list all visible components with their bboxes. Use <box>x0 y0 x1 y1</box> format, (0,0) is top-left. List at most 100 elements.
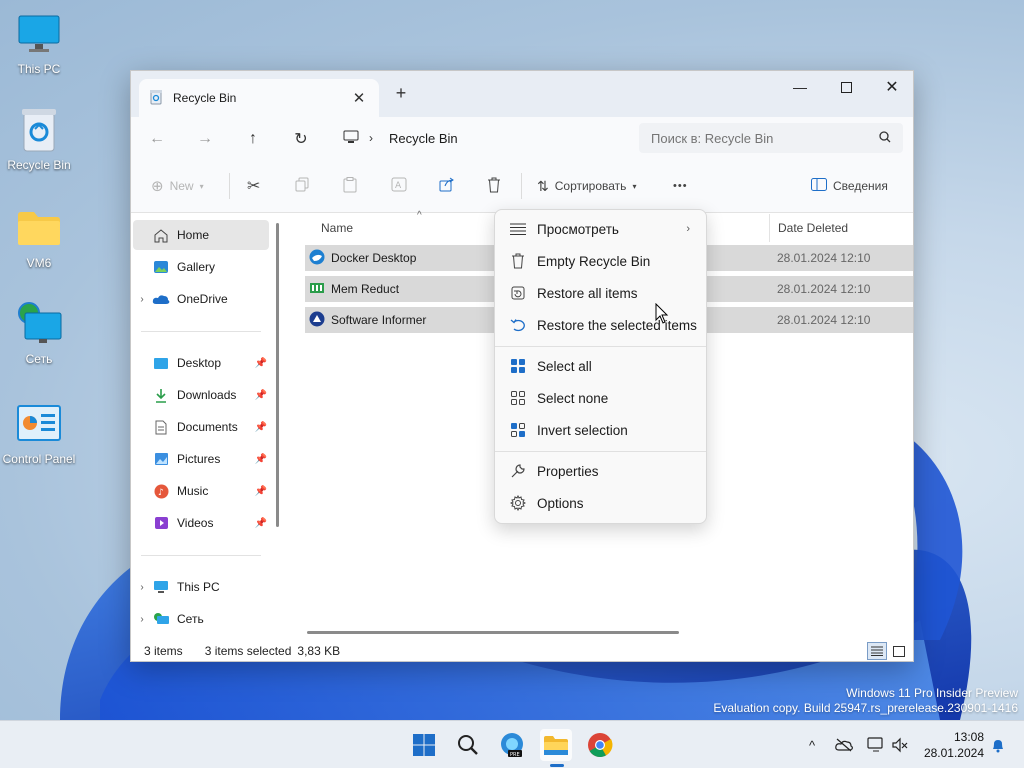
search-button[interactable] <box>452 729 484 761</box>
selected-size: 3,83 KB <box>297 644 341 658</box>
sidebar-item-desktop[interactable]: Desktop 📌 <box>133 348 269 378</box>
edge-browser-button[interactable]: PRE <box>496 729 528 761</box>
file-explorer-button[interactable] <box>540 729 572 761</box>
onedrive-tray-icon[interactable] <box>834 735 854 755</box>
sidebar-item-label: Downloads <box>177 388 237 402</box>
pin-icon[interactable]: 📌 <box>255 422 267 433</box>
selected-count: 3 items selected <box>204 644 292 658</box>
gallery-icon <box>151 259 171 275</box>
share-button[interactable] <box>439 173 455 199</box>
desktop-icon-this-pc[interactable]: This PC <box>0 10 78 76</box>
monitor-icon <box>15 10 63 58</box>
menu-item-restore-selected-items[interactable]: Restore the selected items <box>499 310 704 340</box>
taskbar-clock[interactable]: 13:08 28.01.2024 <box>920 729 984 761</box>
menu-separator <box>495 346 706 347</box>
network-icon <box>151 611 171 627</box>
menu-item-restore-all-items[interactable]: Restore all items <box>499 278 704 308</box>
horizontal-scrollbar[interactable] <box>307 631 679 634</box>
sidebar-item-videos[interactable]: Videos 📌 <box>133 508 269 538</box>
notifications-icon[interactable] <box>988 735 1008 755</box>
forward-button[interactable]: → <box>193 127 217 151</box>
sidebar-item-pictures[interactable]: Pictures 📌 <box>133 444 269 474</box>
desktop-icon-label: Сеть <box>25 352 53 366</box>
rename-button[interactable]: A <box>391 173 407 199</box>
breadcrumb[interactable]: › Recycle Bin <box>335 123 631 153</box>
pin-icon[interactable]: 📌 <box>255 518 267 529</box>
network-tray-icon[interactable] <box>866 735 886 755</box>
chrome-browser-button[interactable] <box>584 729 616 761</box>
column-header-date-deleted[interactable]: Date Deleted <box>769 214 913 242</box>
date-deleted: 28.01.2024 12:10 <box>777 251 871 265</box>
search-box[interactable] <box>639 123 903 153</box>
start-button[interactable] <box>408 729 440 761</box>
sidebar-item-downloads[interactable]: Downloads 📌 <box>133 380 269 410</box>
pin-icon[interactable]: 📌 <box>255 390 267 401</box>
sidebar-item-home[interactable]: Home <box>133 220 269 250</box>
details-pane-button[interactable]: Сведения <box>811 173 888 199</box>
new-tab-button[interactable]: + <box>389 83 413 104</box>
desktop-icon-recycle-bin[interactable]: Recycle Bin <box>0 106 78 172</box>
chevron-down-icon: ▾ <box>632 181 637 191</box>
desktop-icon-label: This PC <box>17 62 61 76</box>
close-tab-icon[interactable]: ✕ <box>349 89 369 107</box>
menu-item-view[interactable]: Просмотреть › <box>499 214 704 244</box>
menu-item-label: Select all <box>537 358 592 374</box>
sidebar-scrollbar[interactable] <box>276 223 279 527</box>
column-header-name[interactable]: Name <box>321 214 353 242</box>
tiles-view-button[interactable] <box>891 643 907 659</box>
desktop-icon-control-panel[interactable]: Control Panel <box>0 400 78 466</box>
sidebar-item-music[interactable]: ♪ Music 📌 <box>133 476 269 506</box>
sidebar-item-onedrive[interactable]: › OneDrive <box>133 284 269 314</box>
sidebar-item-label: Desktop <box>177 356 222 370</box>
invert-selection-icon <box>503 422 533 438</box>
minimize-button[interactable]: — <box>777 71 823 103</box>
folder-icon <box>15 204 63 252</box>
pin-icon[interactable]: 📌 <box>255 358 267 369</box>
tab-recycle-bin[interactable]: Recycle Bin ✕ <box>139 79 379 117</box>
show-hidden-icons-button[interactable]: ^ <box>802 735 822 755</box>
paste-button[interactable] <box>343 173 357 199</box>
sidebar-item-label: Videos <box>177 516 214 530</box>
more-icon: ••• <box>673 180 688 192</box>
desktop-icon-vm6[interactable]: VM6 <box>0 204 78 270</box>
back-button[interactable]: ← <box>145 127 169 151</box>
chevron-down-icon: ▾ <box>199 181 204 191</box>
menu-item-empty-recycle-bin[interactable]: Empty Recycle Bin <box>499 246 704 276</box>
delete-button[interactable] <box>487 173 501 199</box>
menu-item-select-none[interactable]: Select none <box>499 383 704 413</box>
sort-ascending-icon: ^ <box>417 210 422 221</box>
desktop-icon-label: Recycle Bin <box>7 158 71 172</box>
sidebar-divider <box>141 555 261 556</box>
close-window-button[interactable]: ✕ <box>869 71 913 103</box>
search-input[interactable] <box>651 130 879 146</box>
copy-button[interactable] <box>295 173 310 199</box>
desktop-icon-label: VM6 <box>26 256 52 270</box>
details-view-button[interactable] <box>867 642 887 660</box>
refresh-button[interactable]: ↻ <box>289 127 313 151</box>
menu-item-properties[interactable]: Properties <box>499 456 704 486</box>
pin-icon[interactable]: 📌 <box>255 454 267 465</box>
sidebar-item-documents[interactable]: Documents 📌 <box>133 412 269 442</box>
menu-item-select-all[interactable]: Select all <box>499 351 704 381</box>
desktop-icon-network[interactable]: Сеть <box>0 300 78 366</box>
cut-button[interactable]: ✂ <box>247 173 260 199</box>
date-deleted: 28.01.2024 12:10 <box>777 313 871 327</box>
menu-item-invert-selection[interactable]: Invert selection <box>499 415 704 445</box>
volume-muted-icon[interactable] <box>890 735 910 755</box>
sort-button[interactable]: ⇅ Сортировать ▾ <box>537 173 636 199</box>
pin-icon[interactable]: 📌 <box>255 486 267 497</box>
new-button[interactable]: ⊕ New ▾ <box>151 173 204 199</box>
up-button[interactable]: ↑ <box>241 127 265 151</box>
see-more-button[interactable]: ••• <box>673 173 688 199</box>
maximize-button[interactable] <box>823 71 869 103</box>
folder-icon <box>544 736 568 755</box>
svg-text:PRE: PRE <box>510 752 520 758</box>
sidebar-item-this-pc[interactable]: › This PC <box>133 572 269 602</box>
breadcrumb-item[interactable]: Recycle Bin <box>389 131 458 146</box>
sidebar-item-network[interactable]: › Сеть <box>133 604 269 634</box>
navigation-pane: Home Gallery › OneDrive Desktop 📌 Downlo… <box>131 214 281 639</box>
menu-item-label: Options <box>537 495 584 511</box>
status-bar: 3 items 3 items selected 3,83 KB <box>131 639 913 661</box>
menu-item-options[interactable]: Options <box>499 488 704 518</box>
sidebar-item-gallery[interactable]: Gallery <box>133 252 269 282</box>
